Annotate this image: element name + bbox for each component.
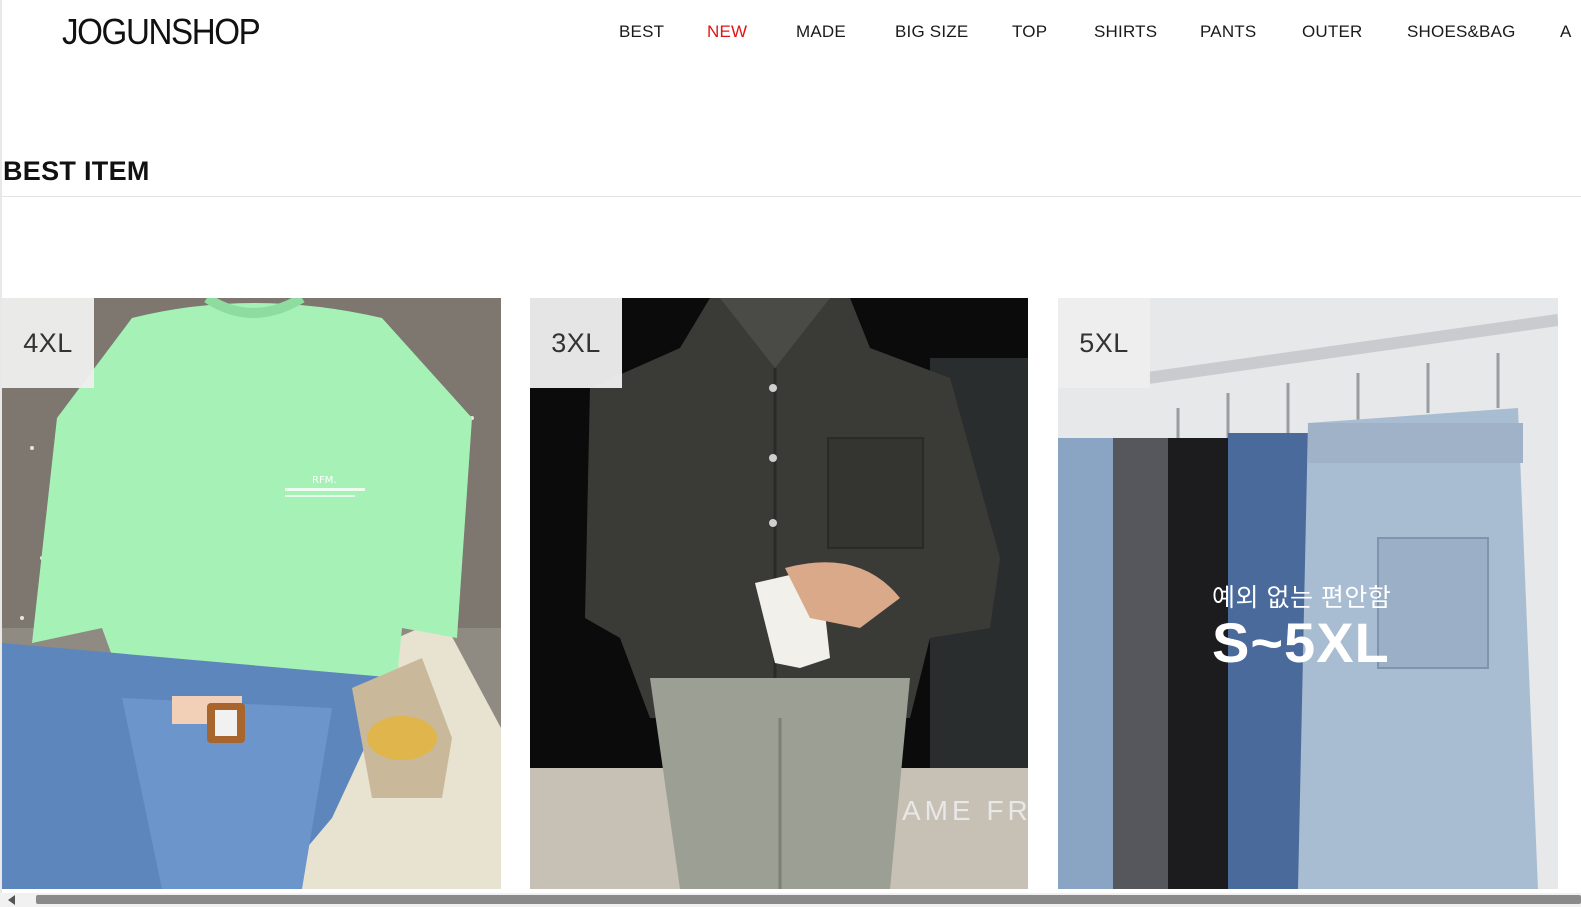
- tshirt-print-text: RFM.: [312, 475, 337, 486]
- nav-item-shirts[interactable]: SHIRTS: [1094, 22, 1157, 42]
- section-title: BEST ITEM: [3, 156, 150, 186]
- promo-subtitle: 예외 없는 편안함: [1212, 584, 1392, 612]
- scroll-left-arrow-icon[interactable]: [8, 895, 15, 905]
- nav-item-pants[interactable]: PANTS: [1200, 22, 1256, 42]
- nav-item-outer[interactable]: OUTER: [1302, 22, 1363, 42]
- scroll-thumb[interactable]: [36, 895, 1581, 904]
- product-card[interactable]: 예외 없는 편안함 S~5XL 5XL: [1058, 298, 1558, 889]
- product-card[interactable]: RFM. 4XL: [2, 298, 501, 889]
- page: JOGUNSHOP BEST NEW MADE BIG SIZE TOP SHI…: [0, 0, 1581, 907]
- size-badge: 5XL: [1058, 298, 1150, 388]
- nav-item-top[interactable]: TOP: [1012, 22, 1047, 42]
- nav-item-new[interactable]: NEW: [707, 22, 747, 42]
- nav-item-best[interactable]: BEST: [619, 22, 664, 42]
- horizontal-scrollbar[interactable]: [0, 893, 1581, 907]
- main-nav: BEST NEW MADE BIG SIZE TOP SHIRTS PANTS …: [0, 22, 1581, 46]
- section-divider: [2, 196, 1581, 197]
- nav-item-big-size[interactable]: BIG SIZE: [895, 22, 968, 42]
- nav-item-shoes-bag[interactable]: SHOES&BAG: [1407, 22, 1516, 42]
- nav-item-truncated[interactable]: A: [1560, 22, 1581, 42]
- size-badge: 4XL: [2, 298, 94, 388]
- product-card[interactable]: AME FR 3XL: [530, 298, 1028, 889]
- size-badge: 3XL: [530, 298, 622, 388]
- nav-item-made[interactable]: MADE: [796, 22, 846, 42]
- photo-sign-text: AME FR: [902, 795, 1028, 826]
- promo-size-range: S~5XL: [1212, 611, 1390, 674]
